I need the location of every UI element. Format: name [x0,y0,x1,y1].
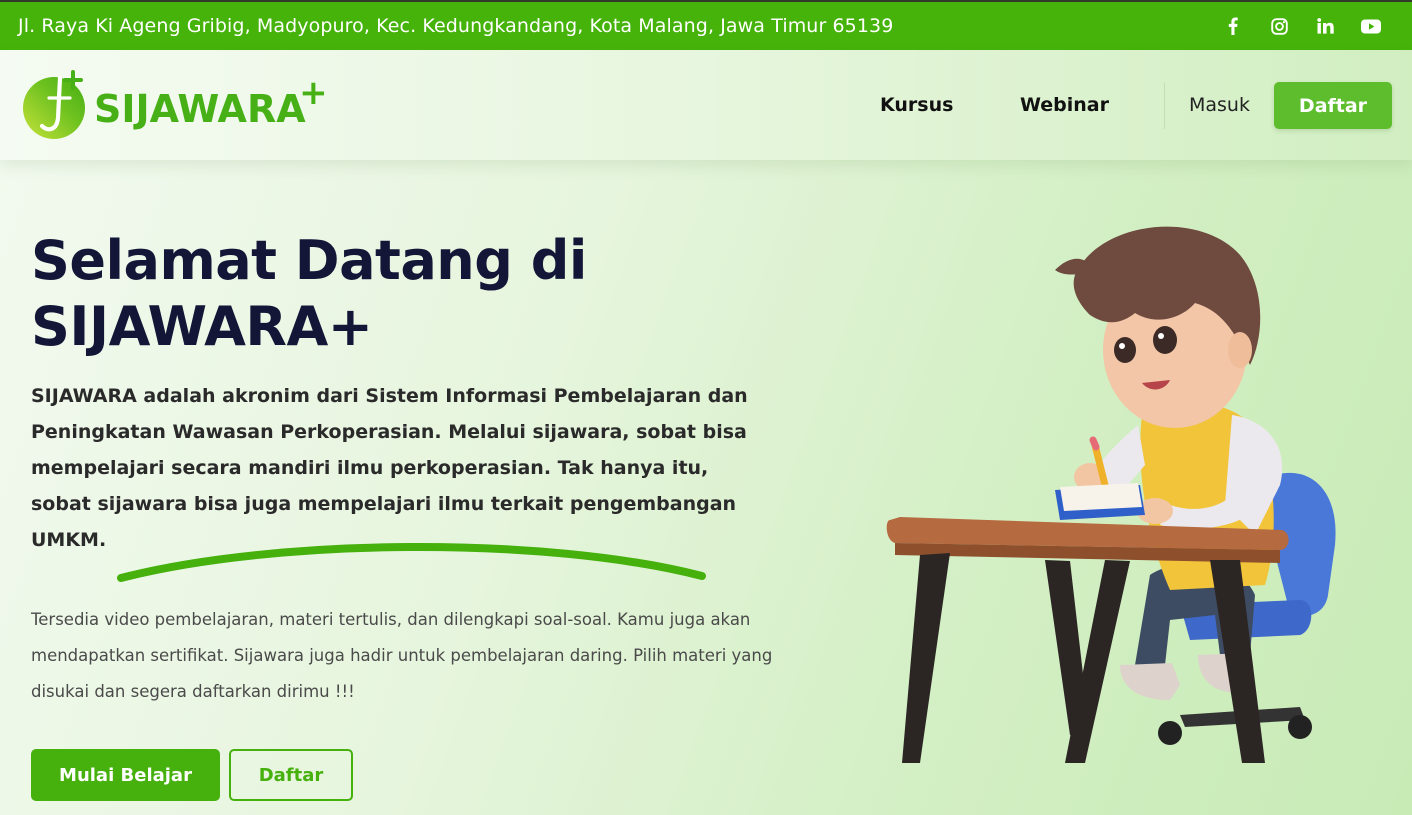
register-button[interactable]: Daftar [1274,82,1392,129]
logo-mark-icon [23,70,85,139]
nav-link-webinar[interactable]: Webinar [1020,94,1109,116]
site-logo[interactable]: SIJAWARA + [22,68,328,142]
register-outline-button[interactable]: Daftar [229,749,353,801]
youtube-icon [1361,19,1381,33]
logo-text: SIJAWARA [94,87,306,131]
start-learning-button[interactable]: Mulai Belajar [31,749,220,801]
instagram-link[interactable] [1256,11,1302,41]
nav-item-kursus: Kursus [880,50,953,160]
logo-plus: + [299,73,328,113]
nav-divider [1164,83,1165,129]
student-studying-illustration [886,226,1336,763]
address-text: Jl. Raya Ki Ageng Gribig, Madyopuro, Kec… [18,15,894,37]
hero-title-line2: SIJAWARA+ [31,295,373,358]
social-links [1210,11,1394,41]
top-info-bar: Jl. Raya Ki Ageng Gribig, Madyopuro, Kec… [0,0,1412,50]
hero-title-line1: Selamat Datang di [31,229,587,292]
linkedin-link[interactable] [1302,11,1348,41]
facebook-icon [1228,17,1238,35]
hero-title: Selamat Datang di SIJAWARA+ [31,228,731,360]
linkedin-icon [1316,18,1334,34]
site-header: SIJAWARA + Kursus Webinar Masuk Daftar [0,50,1412,160]
facebook-link[interactable] [1210,11,1256,41]
hero-description: Tersedia video pembelajaran, materi tert… [31,610,773,701]
decorative-swoosh [117,542,706,582]
nav-item-webinar: Webinar [1020,50,1109,160]
logo-wordmark: SIJAWARA + [94,73,328,131]
login-link[interactable]: Masuk [1189,50,1250,160]
youtube-link[interactable] [1348,11,1394,41]
nav-link-kursus[interactable]: Kursus [880,94,953,116]
hero-lead-text: SIJAWARA adalah akronim dari Sistem Info… [31,385,748,551]
instagram-icon [1270,17,1288,35]
